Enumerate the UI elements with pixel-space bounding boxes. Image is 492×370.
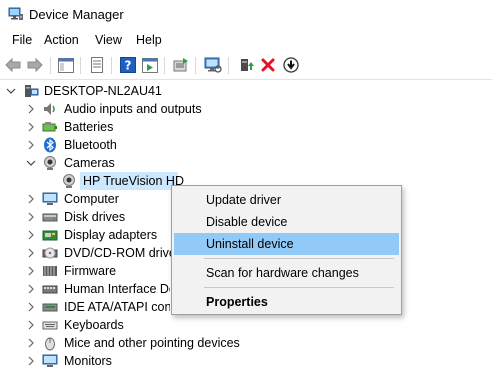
firmware-icon [43,266,57,276]
device-manager-icon [8,7,23,20]
menu-update-driver[interactable]: Update driver [174,189,399,211]
toolbar: ? [0,52,492,80]
tree-item-bluetooth[interactable]: Bluetooth [0,136,492,154]
uninstall-device-icon[interactable] [259,56,277,74]
mouse-icon [45,337,55,351]
dvd-drive-icon [42,247,58,259]
monitor-icon [42,354,58,367]
tree-item-ide-controllers[interactable]: IDE ATA/ATAPI controllers [0,298,170,316]
tree-item-label: Bluetooth [64,138,117,152]
tree-item-label: Batteries [64,120,114,134]
bluetooth-icon [44,137,56,153]
window-title: Device Manager [29,7,124,22]
tree-item-label: Cameras [64,156,115,170]
chevron-right-icon[interactable] [26,212,36,222]
scan-hardware-icon[interactable] [204,56,222,74]
action-pane-icon[interactable] [141,56,159,74]
tree-item-mice[interactable]: Mice and other pointing devices [0,334,492,352]
tree-item-hid[interactable]: Human Interface Devices [0,280,170,298]
speaker-icon [44,103,55,115]
help-icon[interactable]: ? [119,56,137,74]
chevron-right-icon[interactable] [26,266,36,276]
tree-item-label: Monitors [64,354,112,368]
chevron-right-icon[interactable] [26,284,36,294]
ide-controller-icon [42,303,58,312]
chevron-right-icon[interactable] [26,230,36,240]
tree-item-keyboards[interactable]: Keyboards [0,316,492,334]
menu-action[interactable]: Action [42,33,81,47]
computer-root-icon [25,85,39,97]
title-bar: Device Manager [0,0,492,30]
svg-text:?: ? [125,59,132,73]
chevron-down-icon[interactable] [26,158,36,168]
tree-item-label: Display adapters [64,228,158,242]
tree-root[interactable]: DESKTOP-NL2AU41 [0,82,492,100]
menu-view[interactable]: View [93,33,124,47]
context-menu: Update driver Disable device Uninstall d… [171,185,402,315]
update-driver-icon[interactable] [172,56,190,74]
menu-separator [204,258,394,259]
show-hide-console-tree-icon[interactable] [57,56,75,74]
tree-item-label: Keyboards [64,318,124,332]
chevron-right-icon[interactable] [26,320,36,330]
menu-uninstall-device[interactable]: Uninstall device [174,233,399,255]
hid-icon [42,285,58,294]
disable-device-icon[interactable] [282,56,300,74]
properties-icon[interactable] [88,56,106,74]
chevron-right-icon[interactable] [26,248,36,258]
tree-item-audio[interactable]: Audio inputs and outputs [0,100,492,118]
menu-disable-device[interactable]: Disable device [174,211,399,233]
chevron-right-icon[interactable] [26,338,36,348]
menu-properties[interactable]: Properties [174,291,399,313]
tree-item-monitors[interactable]: Monitors [0,352,492,370]
camera-icon [44,156,56,170]
tree-item-label: Firmware [64,264,117,278]
enable-device-icon[interactable] [237,56,255,74]
menu-bar: File Action View Help [0,31,492,51]
tree-item-label: Audio inputs and outputs [64,102,202,116]
menu-scan-hardware[interactable]: Scan for hardware changes [174,262,399,284]
menu-file[interactable]: File [10,33,34,47]
chevron-right-icon[interactable] [26,140,36,150]
tree-item-label: DVD/CD-ROM drives [64,246,183,260]
tree-item-label: IDE ATA/ATAPI controllers [64,300,170,314]
menu-help[interactable]: Help [134,33,164,47]
tree-item-batteries[interactable]: Batteries [0,118,492,136]
display-adapter-icon [42,230,58,241]
chevron-right-icon[interactable] [26,302,36,312]
chevron-right-icon[interactable] [26,104,36,114]
tree-item-label: Disk drives [64,210,126,224]
tree-item-cameras[interactable]: Cameras [0,154,492,172]
battery-icon [42,122,57,132]
tree-item-label: HP TrueVision HD [83,174,184,188]
tree-root-label: DESKTOP-NL2AU41 [44,84,162,98]
back-arrow-icon[interactable] [4,56,22,74]
tree-item-label: Human Interface Devices [64,282,170,296]
webcam-icon [63,174,75,188]
forward-arrow-icon[interactable] [26,56,44,74]
disk-drive-icon [42,213,58,222]
menu-separator [204,287,394,288]
tree-item-label: Computer [64,192,119,206]
chevron-right-icon[interactable] [26,194,36,204]
chevron-right-icon[interactable] [26,122,36,132]
computer-icon [42,192,58,205]
chevron-down-icon[interactable] [6,86,16,96]
keyboard-icon [42,321,58,330]
chevron-right-icon[interactable] [26,356,36,366]
tree-item-label: Mice and other pointing devices [64,336,240,350]
